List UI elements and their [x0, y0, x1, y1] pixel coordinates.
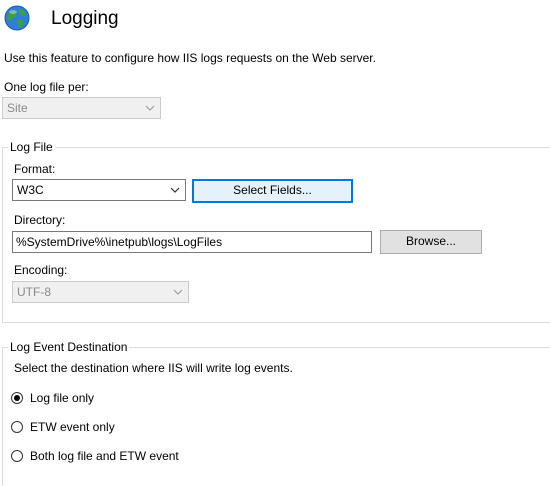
radio-button[interactable] — [11, 450, 23, 462]
format-label: Format: — [14, 162, 56, 176]
log-event-destination-label: Log Event Destination — [8, 339, 130, 355]
encoding-select[interactable]: UTF-8 — [12, 281, 189, 303]
page-description: Use this feature to configure how IIS lo… — [4, 51, 376, 65]
page-title: Logging — [51, 8, 119, 29]
radio-label[interactable]: Log file only — [30, 390, 94, 406]
radio-button[interactable] — [11, 421, 23, 433]
destination-description: Select the destination where IIS will wr… — [14, 361, 293, 375]
directory-label: Directory: — [14, 213, 66, 227]
globe-icon — [4, 5, 30, 31]
browse-button[interactable]: Browse... — [380, 230, 482, 254]
chevron-down-icon — [145, 105, 155, 111]
encoding-value: UTF-8 — [17, 285, 51, 299]
format-select[interactable]: W3C — [12, 179, 186, 201]
radio-label[interactable]: Both log file and ETW event — [30, 448, 179, 464]
chevron-down-icon — [173, 289, 183, 295]
chevron-down-icon — [170, 187, 180, 193]
select-fields-button[interactable]: Select Fields... — [192, 179, 353, 203]
log-per-value: Site — [7, 101, 28, 115]
encoding-label: Encoding: — [14, 263, 68, 277]
log-file-group-label: Log File — [8, 139, 55, 155]
radio-selected-dot — [14, 395, 20, 401]
log-per-label: One log file per: — [4, 80, 89, 94]
radio-label[interactable]: ETW event only — [30, 419, 115, 435]
format-value: W3C — [17, 183, 44, 197]
directory-input[interactable]: %SystemDrive%\inetpub\logs\LogFiles — [12, 231, 372, 253]
log-per-select[interactable]: Site — [2, 97, 161, 119]
radio-button[interactable] — [11, 392, 23, 404]
